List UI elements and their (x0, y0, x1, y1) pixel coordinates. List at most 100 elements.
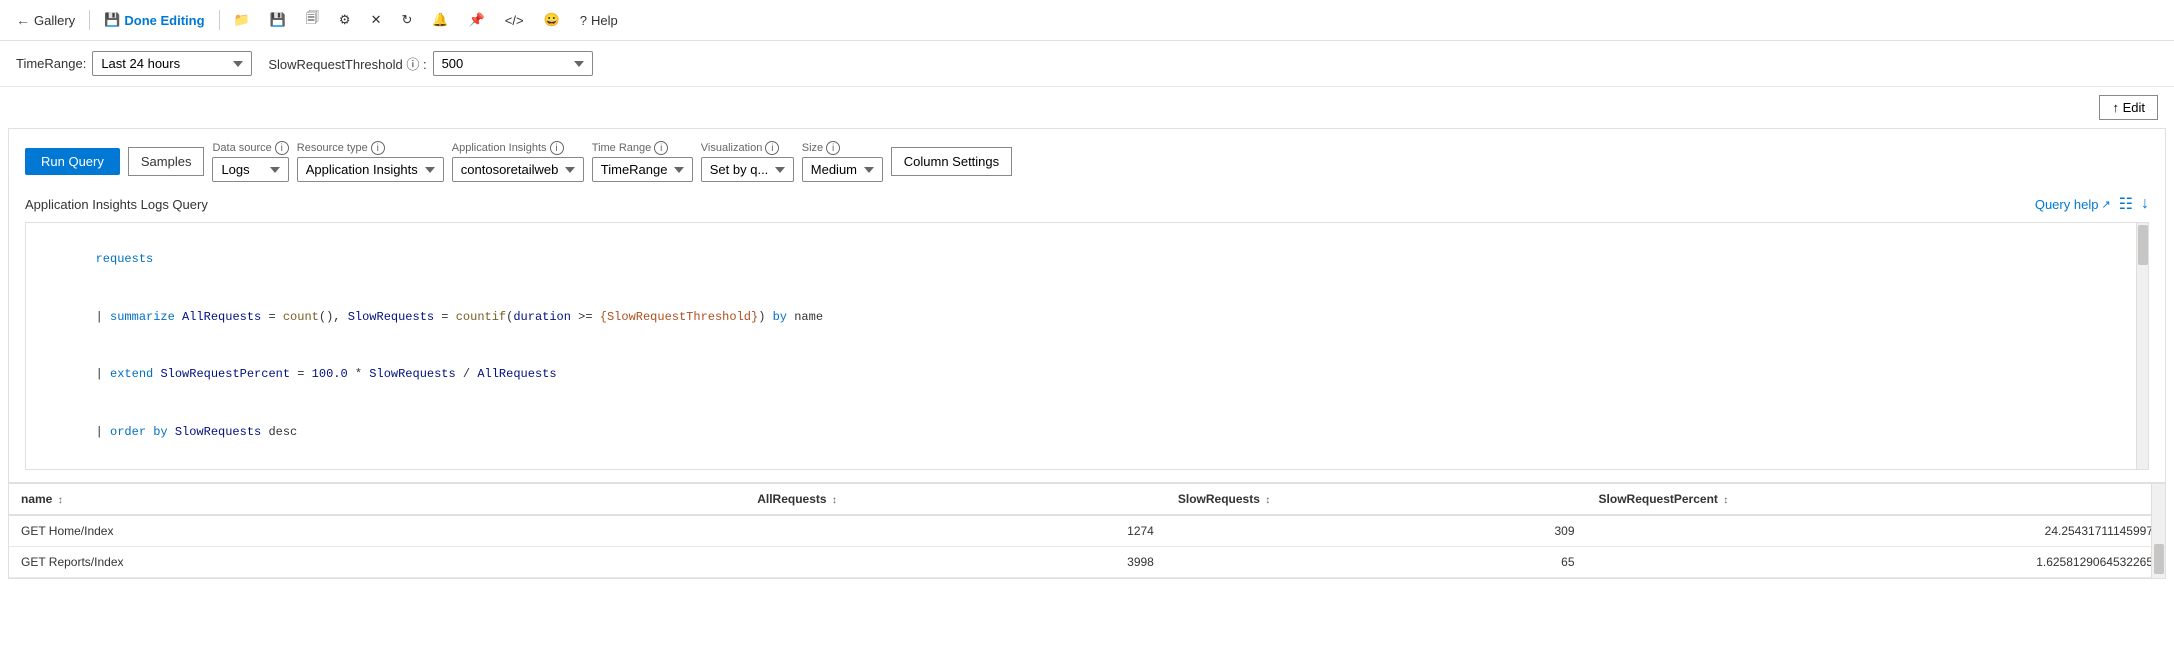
params-bar: TimeRange: Last 24 hours SlowRequestThre… (0, 41, 2174, 87)
code-line-4: | order by SlowRequests desc (38, 404, 2136, 462)
cell-slowpercent-0: 24.25431711145997 (1587, 515, 2165, 547)
code-icon: </> (505, 13, 524, 28)
pin-icon-button[interactable]: 📌 (461, 8, 493, 32)
code-icon-button[interactable]: </> (497, 9, 532, 32)
close-icon-button[interactable]: ✕ (363, 8, 390, 32)
code-editor[interactable]: requests | summarize AllRequests = count… (25, 222, 2149, 470)
edit-button[interactable]: ↑ Edit (2099, 95, 2158, 120)
size-info-icon[interactable]: i (826, 141, 840, 155)
table-body: GET Home/Index 1274 309 24.2543171114599… (9, 515, 2165, 578)
folder-icon: 📁 (234, 12, 250, 28)
app-insights-select[interactable]: contosoretailweb (452, 157, 584, 182)
edit-btn-container: ↑ Edit (0, 87, 2174, 128)
visualization-label: Visualization i (701, 141, 794, 155)
cell-slowrequests-1: 65 (1166, 547, 1587, 578)
external-link-icon: ↗ (2101, 198, 2110, 211)
back-icon: ← (16, 12, 30, 28)
time-range-ctrl-select[interactable]: TimeRange (592, 157, 693, 182)
refresh-icon: ↻ (401, 12, 412, 28)
resource-type-select[interactable]: Application Insights (297, 157, 444, 182)
sort-icon-slowpercent: ↕ (1723, 495, 1728, 506)
resource-type-control: Resource type i Application Insights (297, 141, 444, 182)
col-header-allrequests[interactable]: AllRequests ↕ (745, 484, 1166, 515)
column-settings-button[interactable]: Column Settings (891, 147, 1012, 176)
col-header-slowpercent[interactable]: SlowRequestPercent ↕ (1587, 484, 2165, 515)
emoji-icon: 😀 (544, 12, 560, 28)
app-insights-label: Application Insights i (452, 141, 584, 155)
resource-type-info-icon[interactable]: i (371, 141, 385, 155)
question-icon: ? (580, 13, 587, 28)
time-range-param-label: TimeRange: (16, 56, 86, 71)
time-range-param: TimeRange: Last 24 hours (16, 51, 252, 76)
query-title: Application Insights Logs Query (25, 197, 208, 212)
editor-scrollbar[interactable] (2136, 223, 2148, 469)
sort-icon-name: ↕ (58, 495, 63, 506)
main-content: Run Query Samples Data source i Logs Res… (8, 128, 2166, 579)
toolbar: ← Gallery 💾 Done Editing 📁 💾 🗐 ⚙ ✕ ↻ 🔔 📌… (0, 0, 2174, 41)
time-range-select[interactable]: Last 24 hours (92, 51, 252, 76)
app-insights-info-icon[interactable]: i (550, 141, 564, 155)
slow-threshold-select[interactable]: 500 (433, 51, 593, 76)
table-scrollbar[interactable] (2151, 484, 2165, 578)
code-line-2: | summarize AllRequests = count(), SlowR… (38, 289, 2136, 347)
app-insights-control: Application Insights i contosoretailweb (452, 141, 584, 182)
settings-icon-button[interactable]: ⚙ (331, 8, 359, 32)
bell-icon-button[interactable]: 🔔 (424, 8, 456, 32)
cell-allrequests-0: 1274 (745, 515, 1166, 547)
cell-allrequests-1: 3998 (745, 547, 1166, 578)
query-actions: Query help ↗ ☷ ↓ (2035, 194, 2149, 214)
table-scrollbar-thumb (2154, 544, 2164, 574)
size-select[interactable]: Medium (802, 157, 883, 182)
resource-type-label: Resource type i (297, 141, 444, 155)
query-title-bar: Application Insights Logs Query Query he… (25, 194, 2149, 214)
code-line-3: | extend SlowRequestPercent = 100.0 * Sl… (38, 346, 2136, 404)
table-header-row: name ↕ AllRequests ↕ SlowRequests ↕ Slow… (9, 484, 2165, 515)
help-icon-button[interactable]: ? Help (572, 9, 626, 32)
code-line-1: requests (38, 231, 2136, 289)
query-help-link[interactable]: Query help ↗ (2035, 197, 2111, 212)
folder-icon-button[interactable]: 📁 (226, 8, 258, 32)
close-icon: ✕ (371, 12, 382, 28)
data-source-select[interactable]: Logs (212, 157, 288, 182)
sort-icon-slowrequests: ↕ (1265, 495, 1270, 506)
visualization-info-icon[interactable]: i (765, 141, 779, 155)
copy-icon-button[interactable]: 🗐 (298, 5, 327, 35)
samples-button[interactable]: Samples (128, 147, 205, 176)
refresh-icon-button[interactable]: ↻ (393, 8, 420, 32)
bell-icon: 🔔 (432, 12, 448, 28)
col-header-slowrequests[interactable]: SlowRequests ↕ (1166, 484, 1587, 515)
data-source-label: Data source i (212, 141, 288, 155)
pin-icon: 📌 (469, 12, 485, 28)
run-query-button[interactable]: Run Query (25, 148, 120, 175)
settings-icon: ⚙ (339, 12, 351, 28)
query-controls: Run Query Samples Data source i Logs Res… (25, 141, 2149, 182)
slow-threshold-param-label: SlowRequestThreshold ⓘ : (268, 54, 426, 73)
toolbar-divider-2 (219, 10, 220, 30)
table-icon[interactable]: ☷ (2119, 194, 2133, 214)
floppy-icon: 💾 (270, 12, 286, 28)
time-range-ctrl-label: Time Range i (592, 141, 693, 155)
cell-slowrequests-0: 309 (1166, 515, 1587, 547)
results-section: name ↕ AllRequests ↕ SlowRequests ↕ Slow… (9, 483, 2165, 578)
col-header-name[interactable]: name ↕ (9, 484, 745, 515)
size-label: Size i (802, 141, 883, 155)
emoji-icon-button[interactable]: 😀 (536, 8, 568, 32)
visualization-select[interactable]: Set by q... (701, 157, 794, 182)
size-control: Size i Medium (802, 141, 883, 182)
data-source-info-icon[interactable]: i (275, 141, 289, 155)
time-range-info-icon[interactable]: i (654, 141, 668, 155)
cell-name-1: GET Reports/Index (9, 547, 745, 578)
done-editing-label: Done Editing (124, 13, 204, 28)
data-source-control: Data source i Logs (212, 141, 288, 182)
column-settings-container: Column Settings (891, 147, 1012, 176)
done-editing-button[interactable]: 💾 Done Editing (96, 8, 212, 32)
gallery-button[interactable]: ← Gallery (8, 8, 83, 32)
floppy-icon-button[interactable]: 💾 (262, 8, 294, 32)
download-icon[interactable]: ↓ (2141, 195, 2149, 213)
edit-button-label: ↑ Edit (2112, 100, 2145, 115)
cell-name-0: GET Home/Index (9, 515, 745, 547)
save-icon: 💾 (104, 12, 120, 28)
table-row: GET Home/Index 1274 309 24.2543171114599… (9, 515, 2165, 547)
slow-threshold-param: SlowRequestThreshold ⓘ : 500 (268, 51, 592, 76)
help-label: Help (591, 13, 618, 28)
